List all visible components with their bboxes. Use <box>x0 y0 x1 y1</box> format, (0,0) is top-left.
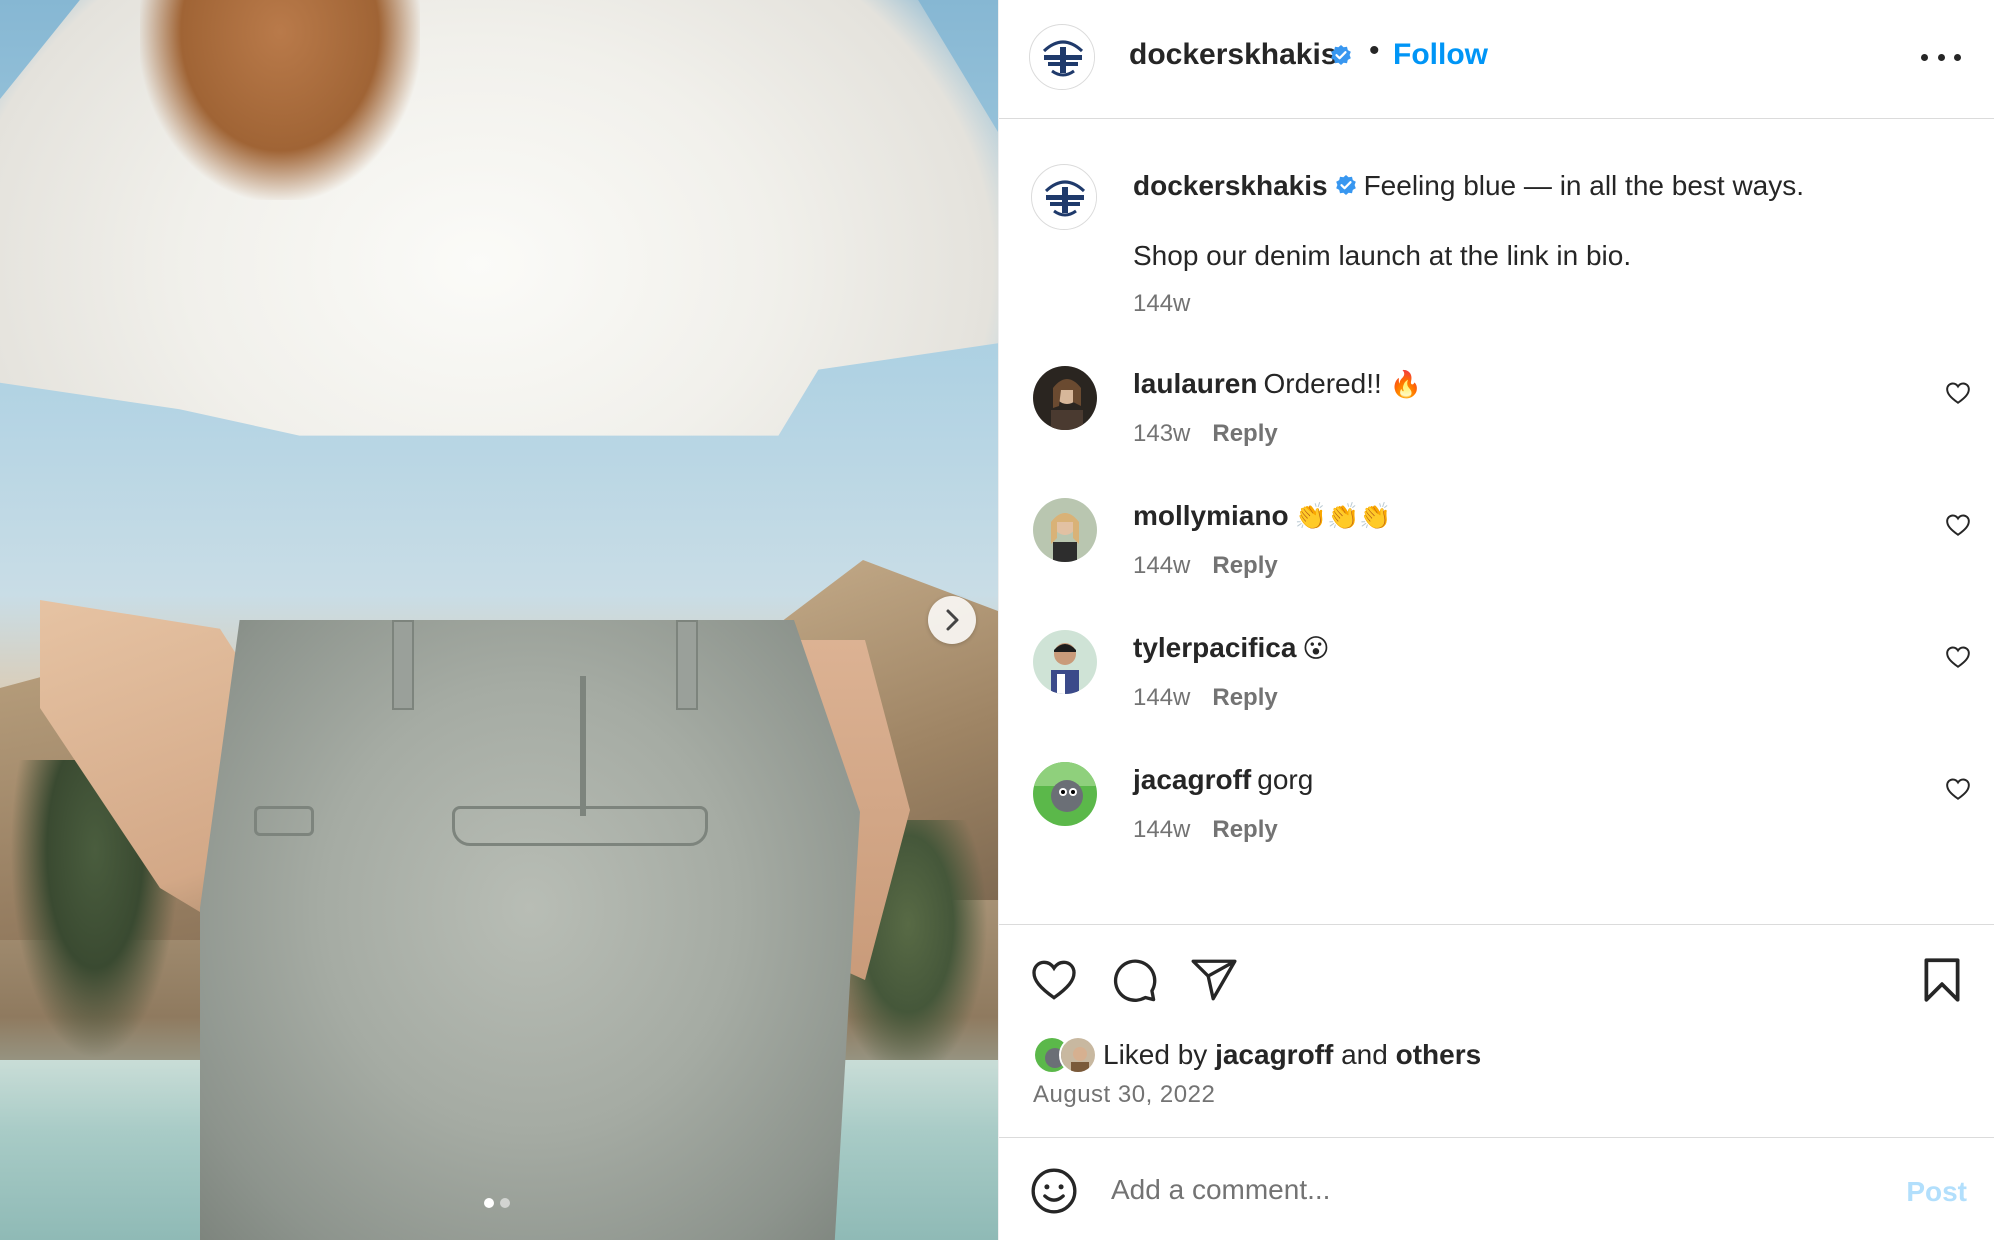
avatar-photo <box>1061 1038 1095 1072</box>
hair <box>140 0 420 200</box>
comment-username[interactable]: mollymiano <box>1133 500 1289 531</box>
comment-timestamp[interactable]: 144w <box>1133 552 1190 579</box>
liked-by-others-link[interactable]: others <box>1396 1039 1482 1070</box>
post-header: dockerskhakis • Follow <box>999 0 1994 119</box>
jeans <box>200 620 860 1240</box>
post-media-image[interactable] <box>0 0 998 1240</box>
jeans-seam <box>580 676 586 816</box>
comment-like-heart-icon[interactable] <box>1945 776 1971 802</box>
comment-text: laulauren Ordered!! 🔥 <box>1133 368 1422 400</box>
caption-timestamp[interactable]: 144w <box>1133 290 1190 318</box>
comment-item: tylerpacifica 😮 144w Reply <box>999 630 1994 750</box>
commenter-avatar[interactable] <box>1033 366 1097 430</box>
share-send-icon[interactable] <box>1189 955 1239 1005</box>
comment-emoji: 🔥 <box>1389 370 1422 400</box>
caption-username[interactable]: dockerskhakis <box>1133 170 1328 201</box>
carousel-next-button[interactable] <box>928 596 976 644</box>
carousel-dot <box>500 1198 510 1208</box>
post-actions: Liked by jacagroff and others August 30,… <box>999 924 1994 1138</box>
add-comment-input[interactable] <box>1111 1160 1871 1220</box>
dockers-logo-icon <box>1033 166 1096 229</box>
comment-emoji: 😮 <box>1302 634 1330 664</box>
avatar-photo <box>1033 762 1097 826</box>
comment-emoji: 👏👏👏 <box>1294 502 1392 532</box>
comment-item: mollymiano 👏👏👏 144w Reply <box>999 498 1994 618</box>
comment-username[interactable]: tylerpacifica <box>1133 632 1296 663</box>
comment-meta: 144w Reply <box>1133 684 1278 712</box>
comment-timestamp[interactable]: 143w <box>1133 420 1190 447</box>
liked-by-prefix: Liked by <box>1103 1039 1208 1070</box>
post-details-panel: dockerskhakis • Follow dockerskhakis Fee… <box>998 0 1994 1240</box>
belt-loop <box>392 620 414 710</box>
like-heart-icon[interactable] <box>1029 955 1079 1005</box>
avatar-photo <box>1033 498 1097 562</box>
comment-username[interactable]: laulauren <box>1133 368 1257 399</box>
more-options-button[interactable] <box>1921 40 1961 74</box>
liked-by-text: Liked by jacagroff and others <box>1103 1039 1481 1071</box>
brand-avatar[interactable] <box>1031 164 1097 230</box>
comment-body: gorg <box>1257 764 1314 795</box>
comment-body: Ordered!! <box>1263 368 1382 399</box>
post-date[interactable]: August 30, 2022 <box>1033 1081 1215 1109</box>
liker-avatar[interactable] <box>1059 1036 1097 1074</box>
commenter-avatar[interactable] <box>1033 498 1097 562</box>
comment-like-heart-icon[interactable] <box>1945 512 1971 538</box>
avatar-photo <box>1033 630 1097 694</box>
caption-first-line: dockerskhakis Feeling blue — in all the … <box>1133 170 1804 202</box>
post-author-username[interactable]: dockerskhakis <box>1129 38 1337 72</box>
carousel-dot-active <box>484 1198 494 1208</box>
comment-meta: 144w Reply <box>1133 816 1278 844</box>
comment-meta: 143w Reply <box>1133 420 1278 448</box>
post-comment-button[interactable]: Post <box>1906 1176 1967 1208</box>
comment-like-heart-icon[interactable] <box>1945 380 1971 406</box>
commenter-avatar[interactable] <box>1033 762 1097 826</box>
liked-by-summary: Liked by jacagroff and others <box>1033 1035 1481 1075</box>
dockers-logo-icon <box>1031 26 1094 89</box>
liked-by-connector: and <box>1341 1039 1388 1070</box>
commenter-avatar[interactable] <box>1033 630 1097 694</box>
comment-timestamp[interactable]: 144w <box>1133 684 1190 711</box>
chevron-right-icon <box>946 609 959 631</box>
belt-loop <box>676 620 698 710</box>
caption-text: Feeling blue — in all the best ways. <box>1363 170 1805 201</box>
comment-meta: 144w Reply <box>1133 552 1278 580</box>
comment-item: jacagroff gorg 144w Reply <box>999 762 1994 882</box>
reply-button[interactable]: Reply <box>1212 684 1277 711</box>
more-horizontal-icon <box>1937 53 1945 61</box>
comment-username[interactable]: jacagroff <box>1133 764 1251 795</box>
emoji-smiley-icon[interactable] <box>1029 1166 1079 1216</box>
jeans-back-pocket <box>254 806 314 836</box>
more-horizontal-icon <box>1954 53 1961 61</box>
comment-text: tylerpacifica 😮 <box>1133 632 1330 664</box>
jeans-back-pocket <box>452 806 708 846</box>
comment-text: mollymiano 👏👏👏 <box>1133 500 1392 532</box>
header-separator: • <box>1369 34 1380 67</box>
liked-by-username[interactable]: jacagroff <box>1215 1039 1333 1070</box>
add-comment-bar: Post <box>999 1138 1994 1240</box>
comment-text: jacagroff gorg <box>1133 764 1313 796</box>
carousel-indicator <box>484 1198 510 1208</box>
comment-item: laulauren Ordered!! 🔥 143w Reply <box>999 366 1994 486</box>
verified-badge-icon <box>1335 174 1356 195</box>
reply-button[interactable]: Reply <box>1212 816 1277 843</box>
reply-button[interactable]: Reply <box>1212 420 1277 447</box>
reply-button[interactable]: Reply <box>1212 552 1277 579</box>
brand-avatar[interactable] <box>1029 24 1095 90</box>
caption-text-second: Shop our denim launch at the link in bio… <box>1133 240 1632 271</box>
more-horizontal-icon <box>1921 53 1928 61</box>
comment-timestamp[interactable]: 144w <box>1133 816 1190 843</box>
comment-bubble-icon[interactable] <box>1109 955 1159 1005</box>
save-bookmark-icon[interactable] <box>1917 955 1967 1005</box>
avatar-photo <box>1033 366 1097 430</box>
comment-like-heart-icon[interactable] <box>1945 644 1971 670</box>
verified-badge-icon <box>1331 45 1351 65</box>
follow-button[interactable]: Follow <box>1393 38 1488 72</box>
